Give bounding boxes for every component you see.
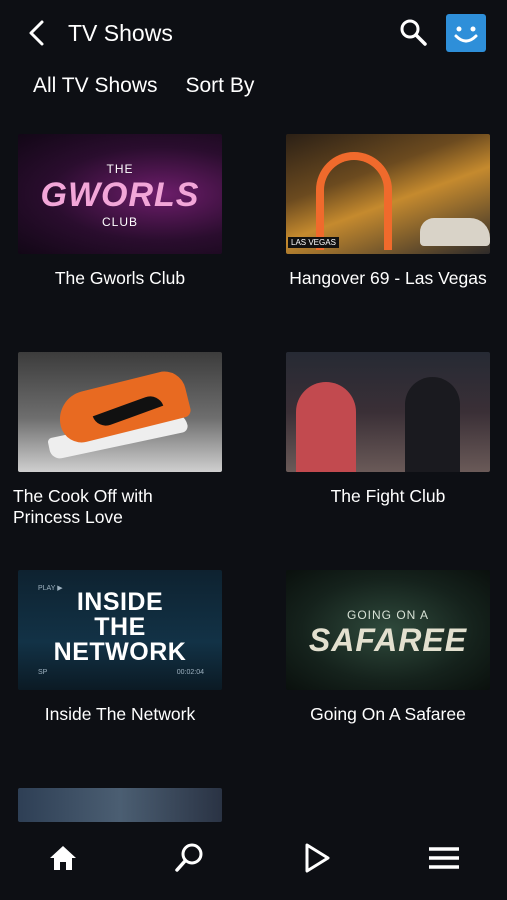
show-card[interactable]: PLAY ▶ INSIDE THE NETWORK SP 00:02:04 In…: [18, 570, 222, 725]
thumbnail-text: THE: [106, 162, 134, 176]
show-thumbnail[interactable]: [18, 788, 222, 822]
search-icon[interactable]: [398, 17, 428, 47]
thumbnail-text: LAS VEGAS: [288, 237, 339, 248]
show-thumbnail[interactable]: GOING ON A SAFAREE: [286, 570, 490, 690]
all-tv-shows-filter[interactable]: All TV Shows: [33, 74, 158, 98]
show-card[interactable]: GOING ON A SAFAREE Going On A Safaree: [286, 570, 490, 725]
show-card[interactable]: THE GWORLS CLUB The Gworls Club: [18, 134, 222, 289]
show-card[interactable]: LAS VEGAS Hangover 69 - Las Vegas: [286, 134, 490, 289]
chevron-left-icon[interactable]: [22, 18, 52, 48]
car: [420, 218, 490, 246]
avatar[interactable]: [446, 14, 486, 52]
show-title[interactable]: The Fight Club: [286, 486, 490, 507]
show-title[interactable]: The Cook Off with Princess Love: [13, 486, 222, 528]
thumbnail-text: CLUB: [101, 215, 138, 229]
show-title[interactable]: Inside The Network: [18, 704, 222, 725]
thumbnail-text: INSIDE: [76, 588, 164, 616]
play-icon[interactable]: [298, 840, 334, 876]
show-title[interactable]: The Gworls Club: [18, 268, 222, 289]
bottom-nav: [0, 822, 507, 900]
show-thumbnail[interactable]: THE GWORLS CLUB: [18, 134, 222, 254]
thumbnail-text: GOING ON A: [346, 608, 429, 622]
show-thumbnail[interactable]: [18, 352, 222, 472]
thumbnail-text: SAFAREE: [308, 622, 468, 658]
filter-bar: All TV Shows Sort By: [33, 74, 254, 98]
sort-by-button[interactable]: Sort By: [186, 74, 255, 98]
search-icon[interactable]: [172, 840, 208, 876]
show-thumbnail[interactable]: LAS VEGAS: [286, 134, 490, 254]
smiley-avatar-icon: [454, 26, 478, 43]
show-title[interactable]: Going On A Safaree: [286, 704, 490, 725]
thumbnail-text: THE: [94, 613, 146, 641]
show-thumbnail[interactable]: PLAY ▶ INSIDE THE NETWORK SP 00:02:04: [18, 570, 222, 690]
home-icon[interactable]: [45, 840, 81, 876]
thumbnail-text: SP: [38, 669, 48, 676]
top-bar: TV Shows: [0, 0, 507, 66]
show-thumbnail[interactable]: [286, 352, 490, 472]
show-title[interactable]: Hangover 69 - Las Vegas: [286, 268, 490, 289]
show-card[interactable]: The Cook Off with Princess Love: [13, 352, 222, 528]
hamburger-menu-icon[interactable]: [426, 840, 462, 876]
page-title: TV Shows: [68, 20, 173, 46]
thumbnail-text: GWORLS: [40, 176, 200, 214]
neon-arch: [316, 152, 392, 250]
show-card[interactable]: The Fight Club: [286, 352, 490, 507]
show-card[interactable]: [18, 788, 222, 822]
thumbnail-text: NETWORK: [53, 638, 187, 666]
thumbnail-text: 00:02:04: [176, 669, 204, 676]
